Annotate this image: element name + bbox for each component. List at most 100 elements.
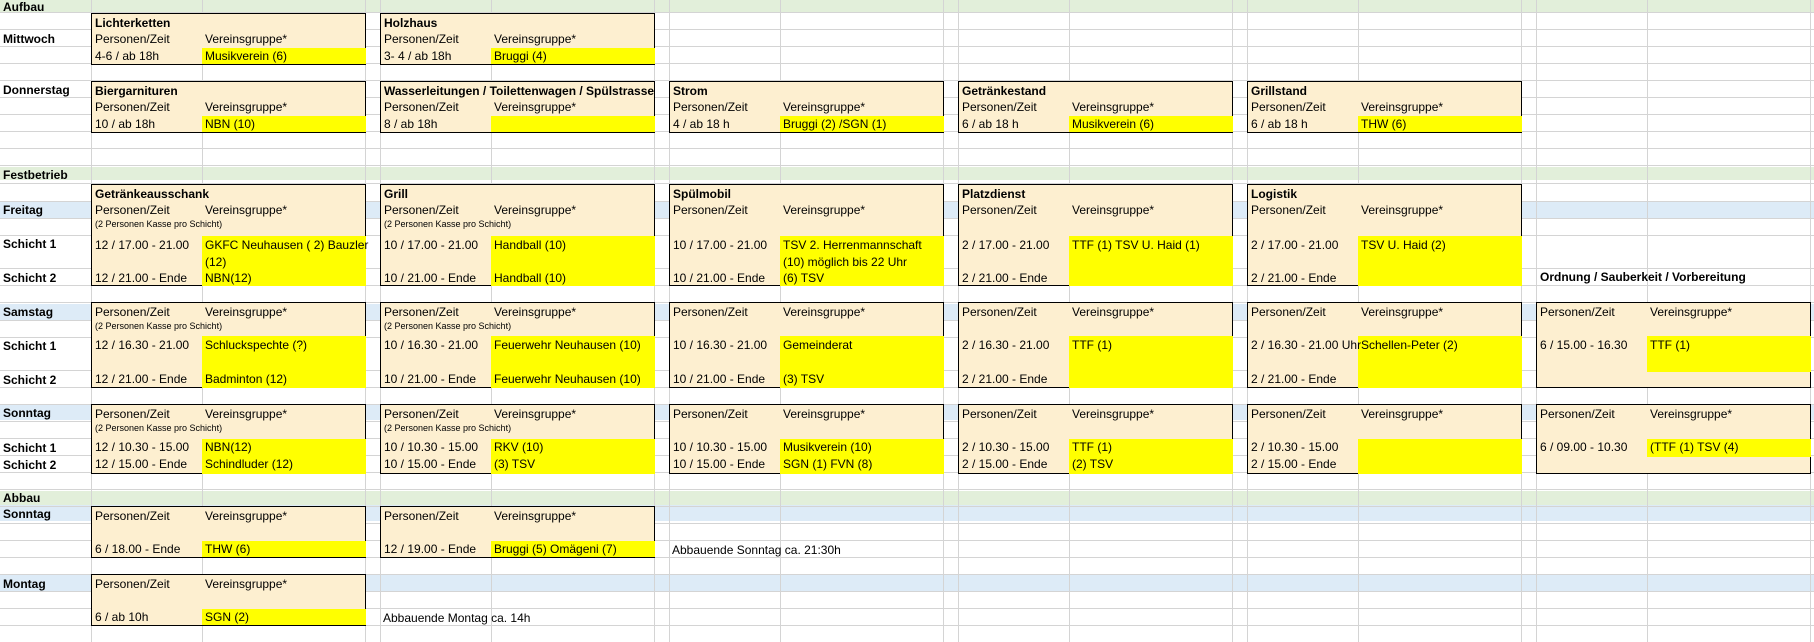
header-verein: Vereinsgruppe* bbox=[494, 203, 577, 217]
shift1-group[interactable]: TSV 2. Herrenmannschaft bbox=[783, 238, 922, 253]
shift1-time[interactable]: 12 / 16.30 - 21.00 bbox=[95, 338, 189, 353]
header-personen: Personen/Zeit bbox=[962, 305, 1037, 319]
shift2-time[interactable]: 10 / 15.00 - Ende bbox=[384, 457, 476, 472]
header-verein: Vereinsgruppe* bbox=[1072, 305, 1155, 319]
group-value[interactable]: SGN (2) bbox=[205, 610, 249, 625]
shift1-group[interactable]: TTF (1) bbox=[1650, 338, 1690, 353]
shift1-time[interactable]: 6 / 15.00 - 16.30 bbox=[1540, 338, 1627, 353]
shift1-group[interactable]: Handball (10) bbox=[494, 238, 566, 253]
shift1-time[interactable]: 10 / 16.30 - 21.00 bbox=[673, 338, 767, 353]
shift1-group[interactable]: GKFC Neuhausen ( 2) Bauzler bbox=[205, 238, 368, 253]
shift1-group[interactable]: Musikverein (10) bbox=[783, 440, 872, 455]
shift-1-samstag: Schicht 1 bbox=[3, 339, 57, 353]
header-personen: Personen/Zeit bbox=[962, 100, 1037, 114]
time-value[interactable]: 4 / ab 18 h bbox=[673, 117, 730, 132]
task-title: Platzdienst bbox=[962, 187, 1026, 201]
shift2-time[interactable]: 12 / 21.00 - Ende bbox=[95, 372, 187, 387]
shift2-time[interactable]: 10 / 21.00 - Ende bbox=[384, 372, 476, 387]
shift2-time[interactable]: 2 / 21.00 - Ende bbox=[962, 372, 1047, 387]
task-box-grillstand: Grillstand Personen/Zeit Vereinsgruppe* … bbox=[1247, 81, 1522, 133]
shift2-group[interactable]: (6) TSV bbox=[783, 271, 824, 286]
fest-box-freitag-grill: Grill Personen/Zeit Vereinsgruppe* (2 Pe… bbox=[380, 184, 655, 286]
shift2-time[interactable]: 2 / 15.00 - Ende bbox=[1251, 457, 1336, 472]
shift2-time[interactable]: 2 / 21.00 - Ende bbox=[1251, 271, 1336, 286]
shift2-time[interactable]: 10 / 21.00 - Ende bbox=[673, 372, 765, 387]
group-value[interactable]: Musikverein (6) bbox=[1072, 117, 1154, 132]
header-personen: Personen/Zeit bbox=[384, 100, 459, 114]
task-title: Grill bbox=[384, 187, 409, 201]
shift2-time[interactable]: 10 / 21.00 - Ende bbox=[673, 271, 765, 286]
shift1-group[interactable]: TTF (1) TSV U. Haid (1) bbox=[1072, 238, 1200, 253]
shift1-group[interactable]: TTF (1) bbox=[1072, 440, 1112, 455]
shift1-group[interactable]: RKV (10) bbox=[494, 440, 543, 455]
group-value[interactable]: THW (6) bbox=[205, 542, 250, 557]
shift1-time[interactable]: 2 / 16.30 - 21.00 bbox=[962, 338, 1049, 353]
shift2-time[interactable]: 12 / 21.00 - Ende bbox=[95, 271, 187, 286]
kasse-note: (2 Personen Kasse pro Schicht) bbox=[384, 321, 512, 331]
shift1-time[interactable]: 10 / 17.00 - 21.00 bbox=[673, 238, 767, 253]
shift2-group[interactable]: SGN (1) FVN (8) bbox=[783, 457, 872, 472]
group-value[interactable]: Bruggi (5) Omägeni (7) bbox=[494, 542, 617, 557]
shift2-group[interactable]: Feuerwehr Neuhausen (10) bbox=[494, 372, 641, 387]
group-value[interactable]: NBN (10) bbox=[205, 117, 255, 132]
shift2-time[interactable]: 10 / 15.00 - Ende bbox=[673, 457, 765, 472]
time-value[interactable]: 3- 4 / ab 18h bbox=[384, 49, 451, 64]
shift1-time[interactable]: 12 / 17.00 - 21.00 bbox=[95, 238, 189, 253]
time-value[interactable]: 4-6 / ab 18h bbox=[95, 49, 159, 64]
shift2-time[interactable]: 2 / 15.00 - Ende bbox=[962, 457, 1047, 472]
section-band-aufbau bbox=[0, 0, 1814, 12]
time-value[interactable]: 8 / ab 18h bbox=[384, 117, 437, 132]
header-personen: Personen/Zeit bbox=[384, 407, 459, 421]
time-value[interactable]: 10 / ab 18h bbox=[95, 117, 155, 132]
shift1-time[interactable]: 2 / 10.30 - 15.00 bbox=[1251, 440, 1338, 455]
shift2-group[interactable]: NBN(12) bbox=[205, 271, 252, 286]
group-value[interactable]: Musikverein (6) bbox=[205, 49, 287, 64]
shift1-time[interactable]: 6 / 09.00 - 10.30 bbox=[1540, 440, 1627, 455]
shift1-group[interactable]: TSV U. Haid (2) bbox=[1361, 238, 1446, 253]
shift2-group[interactable]: (3) TSV bbox=[783, 372, 824, 387]
header-verein: Vereinsgruppe* bbox=[1361, 407, 1444, 421]
time-value[interactable]: 6 / 18.00 - Ende bbox=[95, 542, 180, 557]
time-value[interactable]: 6 / ab 18 h bbox=[1251, 117, 1308, 132]
shift1-group[interactable]: Feuerwehr Neuhausen (10) bbox=[494, 338, 641, 353]
shift1-time[interactable]: 10 / 10.30 - 15.00 bbox=[384, 440, 478, 455]
shift1-group[interactable]: TTF (1) bbox=[1072, 338, 1112, 353]
shift2-time[interactable]: 12 / 15.00 - Ende bbox=[95, 457, 187, 472]
header-verein: Vereinsgruppe* bbox=[1361, 305, 1444, 319]
shift2-group[interactable]: Schindluder (12) bbox=[205, 457, 293, 472]
task-title: Logistik bbox=[1251, 187, 1298, 201]
header-verein: Vereinsgruppe* bbox=[494, 100, 577, 114]
shift1-group[interactable]: Schellen-Peter (2) bbox=[1361, 338, 1458, 353]
group-value[interactable]: THW (6) bbox=[1361, 117, 1406, 132]
shift2-group[interactable]: Handball (10) bbox=[494, 271, 566, 286]
group-value[interactable]: Bruggi (4) bbox=[494, 49, 547, 64]
shift1-group[interactable]: NBN(12) bbox=[205, 440, 252, 455]
shift1-group[interactable]: Schluckspechte (?) bbox=[205, 338, 307, 353]
shift1-time[interactable]: 12 / 10.30 - 15.00 bbox=[95, 440, 189, 455]
shift1-time[interactable]: 10 / 10.30 - 15.00 bbox=[673, 440, 767, 455]
shift2-time[interactable]: 2 / 21.00 - Ende bbox=[962, 271, 1047, 286]
shift-1-freitag: Schicht 1 bbox=[3, 237, 57, 251]
time-value[interactable]: 6 / ab 10h bbox=[95, 610, 148, 625]
time-value[interactable]: 12 / 19.00 - Ende bbox=[384, 542, 476, 557]
shift1-time[interactable]: 10 / 17.00 - 21.00 bbox=[384, 238, 478, 253]
header-personen: Personen/Zeit bbox=[384, 509, 459, 523]
shift2-time[interactable]: 2 / 21.00 - Ende bbox=[1251, 372, 1336, 387]
shift2-group[interactable]: (2) TSV bbox=[1072, 457, 1113, 472]
shift2-group[interactable]: (3) TSV bbox=[494, 457, 535, 472]
group-value[interactable]: Bruggi (2) /SGN (1) bbox=[783, 117, 886, 132]
shift1-time[interactable]: 2 / 16.30 - 21.00 Uhr bbox=[1251, 338, 1361, 353]
header-verein: Vereinsgruppe* bbox=[205, 203, 288, 217]
shift1-time[interactable]: 2 / 17.00 - 21.00 bbox=[1251, 238, 1338, 253]
fest-box-freitag-logistik: Logistik Personen/Zeit Vereinsgruppe* 2 … bbox=[1247, 184, 1522, 286]
shift1-time[interactable]: 2 / 17.00 - 21.00 bbox=[962, 238, 1049, 253]
shift1-group[interactable]: Gemeinderat bbox=[783, 338, 852, 353]
time-value[interactable]: 6 / ab 18 h bbox=[962, 117, 1019, 132]
shift1-group[interactable]: (TTF (1) TSV (4) bbox=[1650, 440, 1738, 455]
shift1-time[interactable]: 2 / 10.30 - 15.00 bbox=[962, 440, 1049, 455]
shift1-time[interactable]: 10 / 16.30 - 21.00 bbox=[384, 338, 478, 353]
task-title: Spülmobil bbox=[673, 187, 731, 201]
shift2-group[interactable]: Badminton (12) bbox=[205, 372, 287, 387]
header-personen: Personen/Zeit bbox=[95, 32, 170, 46]
shift2-time[interactable]: 10 / 21.00 - Ende bbox=[384, 271, 476, 286]
